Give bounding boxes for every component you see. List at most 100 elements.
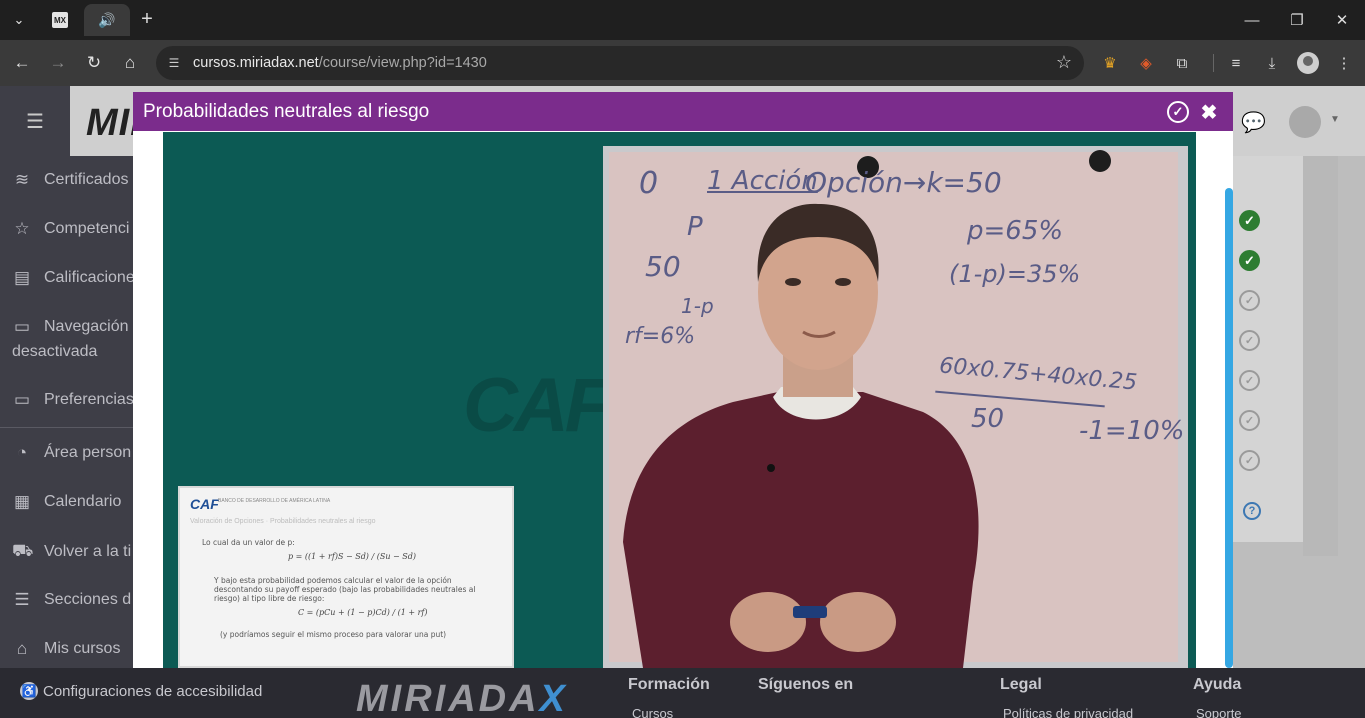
accessibility-label: Configuraciones de accesibilidad — [43, 682, 263, 700]
activity-incomplete-check-icon[interactable]: ✓ — [1239, 330, 1260, 351]
modal-header: Probabilidades neutrales al riesgo ✓ ✖ — [133, 92, 1233, 131]
hamburger-menu-icon[interactable]: ☰ — [0, 86, 70, 156]
board-magnet — [1089, 150, 1111, 172]
forward-icon[interactable]: → — [46, 51, 70, 75]
activity-incomplete-check-icon[interactable]: ✓ — [1239, 370, 1260, 391]
slide-bullet: Lo cual da un valor de p: — [202, 538, 295, 547]
sidebar-item-label: Certificados — [44, 171, 129, 188]
footer-heading-legal: Legal — [1000, 676, 1042, 693]
sidebar-item-label: Mis cursos — [44, 640, 121, 657]
sidebar-item-label: Preferencias — [44, 391, 133, 408]
download-icon[interactable]: ⤓ — [1261, 52, 1283, 74]
minimize-icon[interactable]: — — [1240, 8, 1264, 32]
board-text: -1=10% — [1079, 416, 1185, 446]
address-bar[interactable]: ☰ cursos.miriadax.net/course/view.php?id… — [156, 46, 1084, 80]
help-icon[interactable]: ? — [1243, 502, 1261, 520]
new-tab-button[interactable]: + — [136, 8, 158, 30]
crown-extension-icon[interactable]: ♛ — [1099, 52, 1121, 74]
url-text[interactable]: cursos.miriadax.net/course/view.php?id=1… — [193, 55, 487, 71]
sidebar-item-calendario[interactable]: ▦ Calendario — [12, 492, 121, 512]
close-icon[interactable]: ✖ — [1200, 101, 1218, 124]
activity-incomplete-check-icon[interactable]: ✓ — [1239, 410, 1260, 431]
activity-complete-check-icon[interactable]: ✓ — [1239, 250, 1260, 271]
browser-toolbar: ← → ↻ ⌂ ☰ cursos.miriadax.net/course/vie… — [0, 40, 1365, 86]
tab-favicon[interactable]: MX — [52, 12, 68, 28]
footer-link-soporte[interactable]: Soporte — [1196, 706, 1242, 718]
graduation-icon: ⌂ — [16, 639, 28, 658]
footer-heading-siguenos: Síguenos en — [758, 676, 854, 693]
activity-incomplete-check-icon[interactable]: ✓ — [1239, 450, 1260, 471]
activity-incomplete-check-icon[interactable]: ✓ — [1239, 290, 1260, 311]
site-info-icon[interactable]: ☰ — [165, 54, 183, 72]
slide-note: (y podríamos seguir el mismo proceso par… — [220, 630, 447, 639]
chevron-down-icon[interactable]: ▼ — [1330, 114, 1340, 125]
footer-heading-ayuda: Ayuda — [1193, 676, 1242, 693]
cart-icon: ⛟ — [12, 541, 34, 560]
sidebar-item-preferencias[interactable]: ▭ Preferencias — [12, 390, 133, 410]
restore-icon[interactable]: ❐ — [1285, 8, 1309, 32]
media-queue-icon[interactable]: ≡ — [1225, 52, 1247, 74]
slide-formula: C = (pCu + (1 − p)Cd) / (1 + rf) — [298, 608, 428, 617]
browser-tab-bar: ⌄ MX 🔊 + — ❐ ✕ — [0, 0, 1365, 40]
sidebar-item-mis-cursos[interactable]: ⌂ Mis cursos — [12, 639, 121, 659]
footer-link-cursos[interactable]: Cursos — [632, 706, 673, 718]
sidebar-item-label: Competenci — [44, 220, 130, 237]
sidebar-item-volver-tienda[interactable]: ⛟ Volver a la ti — [12, 541, 131, 563]
slide-logo: CAF — [190, 496, 219, 512]
url-host: cursos.miriadax.net — [193, 55, 319, 71]
menu-kebab-icon[interactable]: ⋮ — [1333, 52, 1355, 74]
footer-logo[interactable]: MIRIADAX — [356, 678, 568, 718]
url-path: /course/view.php?id=1430 — [318, 55, 487, 71]
bookmark-star-icon[interactable]: ☆ — [1056, 52, 1072, 73]
footer-logo-main: MIRIADA — [356, 678, 540, 718]
mortarboard-extension-icon[interactable]: ◈ — [1135, 52, 1157, 74]
list-icon: ☰ — [14, 590, 30, 609]
sidebar-item-label: Área person — [44, 444, 132, 461]
messages-icon[interactable]: 💬 — [1241, 110, 1266, 135]
sidebar-item-calificaciones[interactable]: ▤ Calificacione — [12, 268, 133, 288]
reload-icon[interactable]: ↻ — [82, 51, 106, 75]
accessibility-settings-link[interactable]: ♿ Configuraciones de accesibilidad — [20, 682, 262, 700]
video-watermark: CAF — [463, 363, 611, 448]
sidebar-item-area-personal[interactable]: ◔ Área person — [12, 443, 131, 463]
activity-complete-check-icon[interactable]: ✓ — [1239, 210, 1260, 231]
sidebar-item-competencias[interactable]: ☆ Competenci — [12, 219, 129, 239]
sidebar-item-label: Calendario — [44, 493, 122, 510]
speaker-icon[interactable]: 🔊 — [98, 12, 115, 29]
mark-complete-check-icon[interactable]: ✓ — [1167, 101, 1189, 123]
footer-logo-x: X — [539, 678, 568, 718]
profile-avatar[interactable] — [1297, 52, 1319, 74]
sidebar-item-secciones[interactable]: ☰ Secciones d — [12, 590, 131, 610]
video-player[interactable]: CAF 0 1 Acción Opción→k=50 P 40 50 1-p r… — [163, 132, 1196, 668]
toolbar-separator — [1213, 54, 1214, 72]
tab-search-chevron-icon[interactable]: ⌄ — [6, 7, 32, 33]
book-icon: ▤ — [13, 268, 31, 287]
slide-formula: p = ((1 + rf)S − Sd) / (Su − Sd) — [288, 552, 416, 561]
sidebar-nav: ≋ Certificados ☆ Competenci ▤ Calificacione… — [0, 156, 133, 668]
footer-link-privacidad[interactable]: Políticas de privacidad — [1003, 706, 1133, 718]
star-icon: ☆ — [14, 219, 30, 238]
accessibility-icon: ♿ — [20, 682, 38, 700]
sidebar-item-certificados[interactable]: ≋ Certificados — [12, 170, 129, 190]
modal-scrollbar[interactable] — [1225, 188, 1233, 668]
back-icon[interactable]: ← — [10, 51, 34, 75]
extensions-puzzle-icon[interactable]: ⧉ — [1171, 52, 1193, 74]
video-modal: Probabilidades neutrales al riesgo ✓ ✖ C… — [133, 92, 1233, 668]
sidebar-item-label: Secciones d — [44, 591, 132, 608]
slide-logo-subtitle: BANCO DE DESARROLLO DE AMÉRICA LATINA — [218, 498, 331, 504]
slide-heading: Valoración de Opciones · Probabilidades … — [190, 518, 376, 525]
folder-icon: ▭ — [13, 390, 31, 409]
modal-title: Probabilidades neutrales al riesgo — [143, 101, 430, 122]
calendar-icon: ▦ — [13, 492, 31, 511]
presenter-figure — [623, 203, 979, 668]
slide-bullet: Y bajo esta probabilidad podemos calcula… — [214, 576, 476, 603]
user-avatar[interactable] — [1289, 106, 1321, 138]
site-footer: ♿ Configuraciones de accesibilidad MIRIAD… — [0, 668, 1365, 718]
close-window-icon[interactable]: ✕ — [1330, 8, 1354, 32]
sidebar-item-label-line2: desactivada — [12, 343, 98, 360]
sidebar-item-navegacion[interactable]: ▭ Navegación — [12, 317, 129, 337]
active-tab[interactable]: 🔊 — [84, 4, 130, 36]
sidebar-divider — [0, 427, 133, 428]
sidebar-item-label: Volver a la ti — [44, 543, 132, 560]
home-icon[interactable]: ⌂ — [118, 51, 142, 75]
